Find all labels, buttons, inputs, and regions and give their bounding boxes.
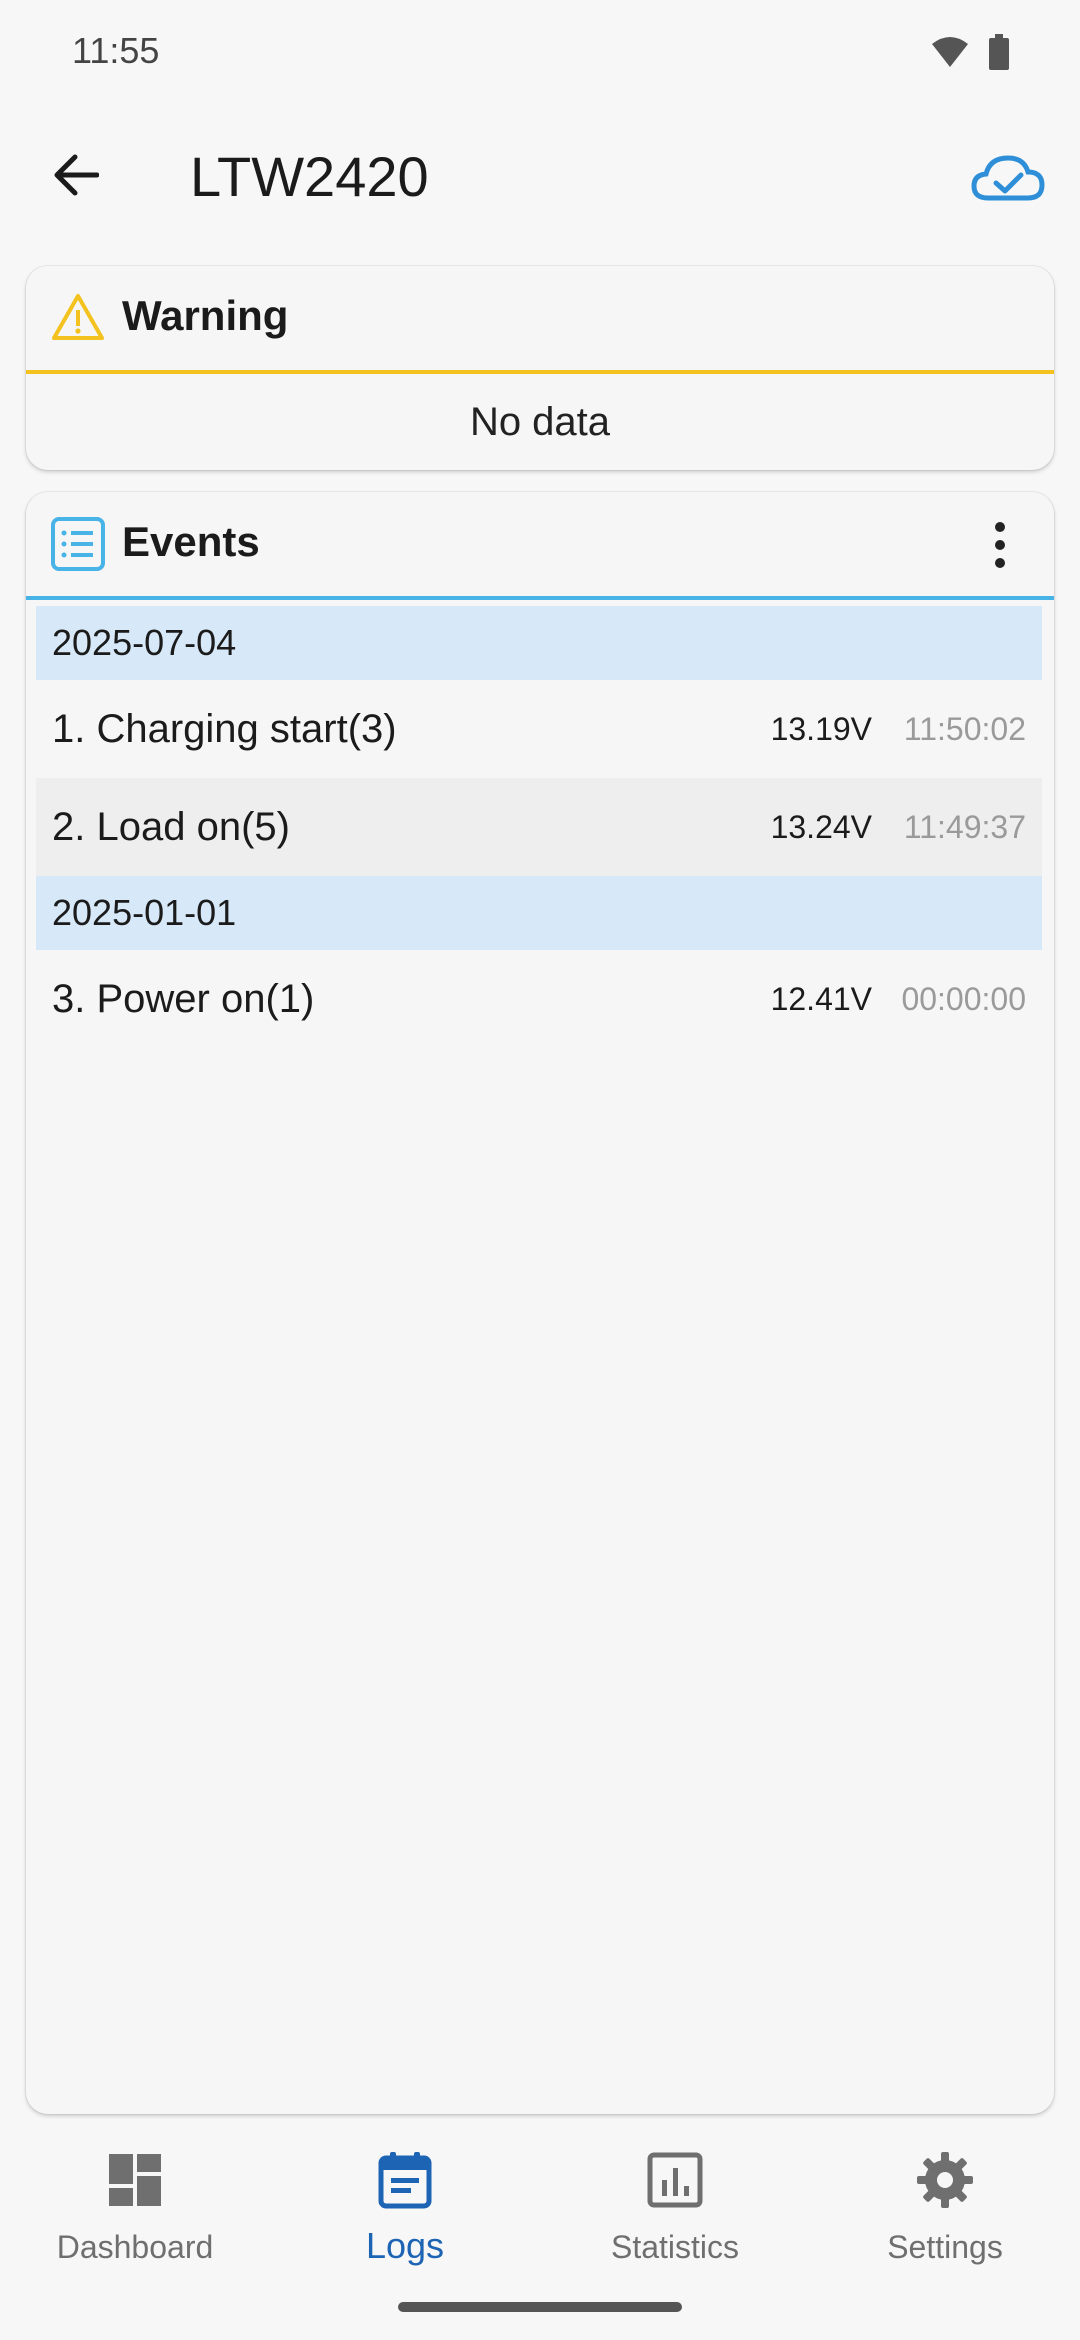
status-bar: 11:55 [0,0,1080,110]
warning-card-body: No data [469,399,611,444]
events-card-header: Events [26,492,1054,596]
dashboard-icon [109,2154,161,2206]
events-divider [26,596,1054,600]
sync-status-button[interactable] [968,150,1048,210]
gear-icon [917,2152,973,2208]
events-card-title: Events [122,518,260,565]
arrow-left-icon [54,154,99,196]
event-time: 00:00:00 [901,980,1026,1017]
event-label: 1. Charging start(3) [52,706,397,751]
event-row[interactable]: 1. Charging start(3) 13.19V 11:50:02 [36,680,1042,778]
nav-dashboard[interactable]: Dashboard [0,2140,270,2270]
wifi-icon [932,37,968,67]
home-indicator[interactable] [398,2302,682,2312]
event-label: 2. Load on(5) [52,804,290,849]
event-voltage: 13.24V [770,808,872,845]
nav-logs[interactable]: Logs [270,2140,540,2270]
app-bar: LTW2420 [0,110,1080,255]
list-icon [51,517,105,571]
event-time: 11:49:37 [903,808,1026,845]
nav-dashboard-label: Dashboard [56,2229,214,2265]
nav-statistics[interactable]: Statistics [540,2140,810,2270]
nav-settings-label: Settings [887,2229,1003,2265]
warning-card-title: Warning [122,292,289,339]
calendar-icon [378,2152,432,2209]
nav-statistics-label: Statistics [610,2229,740,2265]
more-vert-icon-dot [995,540,1005,550]
status-time: 11:55 [72,30,160,71]
event-label: 3. Power on(1) [52,976,315,1021]
system-icons [930,34,1010,70]
event-row[interactable]: 3. Power on(1) 12.41V 00:00:00 [36,950,1042,1048]
more-vert-icon-dot [995,558,1005,568]
battery-icon [989,34,1009,70]
event-row[interactable]: 2. Load on(5) 13.24V 11:49:37 [36,778,1042,876]
warning-icon [52,294,104,340]
nav-settings[interactable]: Settings [810,2140,1080,2270]
date-header: 2025-01-01 [36,876,1042,950]
nav-logs-label: Logs [365,2225,445,2266]
events-list: 2025-07-04 1. Charging start(3) 13.19V 1… [36,606,1042,1048]
cloud-check-icon [971,155,1045,201]
more-vert-icon [995,522,1005,532]
warning-card-header: Warning [26,266,1054,370]
bar-chart-icon [647,2152,703,2208]
warning-card: Warning No data [26,266,1054,470]
event-voltage: 13.19V [770,710,872,747]
back-button[interactable] [40,140,110,210]
page-title: LTW2420 [190,145,429,208]
events-card: Events 2025-07-04 1. Charging start(3) 1… [26,492,1054,2114]
event-voltage: 12.41V [770,980,872,1017]
date-header: 2025-07-04 [36,606,1042,680]
event-time: 11:50:02 [903,710,1026,747]
more-options-button[interactable] [990,522,1010,568]
